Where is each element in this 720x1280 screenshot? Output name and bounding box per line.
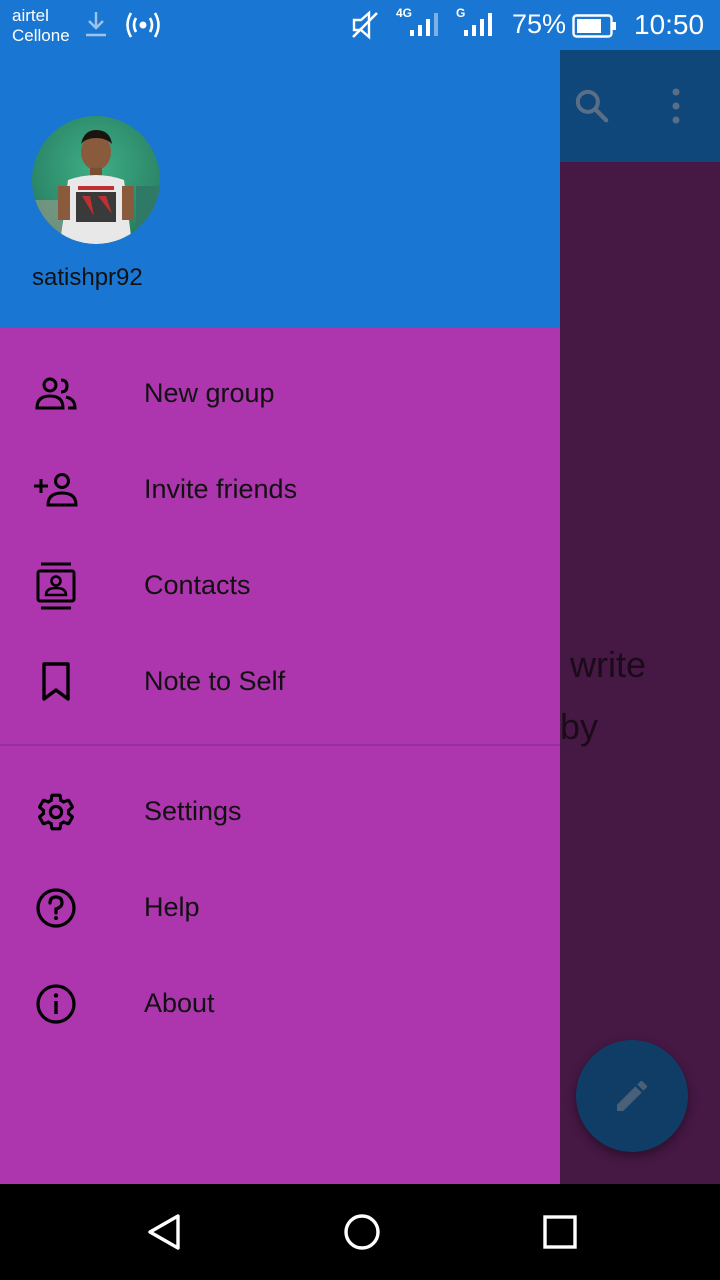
menu-label-help: Help — [144, 892, 200, 922]
menu-label-contacts: Contacts — [144, 570, 251, 600]
username: satishpr92 — [32, 264, 143, 291]
clock: 10:50 — [634, 9, 705, 40]
help-icon — [32, 888, 80, 928]
back-button[interactable] — [140, 1208, 188, 1256]
menu-item-contacts[interactable]: Contacts — [0, 538, 560, 634]
carrier-name: airtel Cellone — [12, 6, 70, 46]
menu-item-note-to-self[interactable]: Note to Self — [0, 634, 560, 730]
recents-button[interactable] — [536, 1208, 584, 1256]
signal-4g-icon — [410, 13, 438, 36]
carrier-line-1: airtel — [12, 6, 49, 25]
screen: o write by satishpr92 New group Invite f… — [0, 0, 720, 1280]
carrier-line-2: Cellone — [12, 26, 70, 45]
status-bar: airtel Cellone 4G G 75% 10:50 — [0, 0, 720, 50]
add-person-icon — [32, 470, 80, 510]
menu-label-settings: Settings — [144, 796, 242, 826]
bookmark-icon — [32, 662, 80, 702]
signal-g-icon — [464, 13, 492, 36]
info-icon — [32, 984, 80, 1024]
contacts-icon — [32, 562, 80, 610]
search-icon[interactable] — [572, 86, 612, 126]
compose-button[interactable] — [576, 1040, 688, 1152]
menu-item-invite-friends[interactable]: Invite friends — [0, 442, 560, 538]
menu-item-help[interactable]: Help — [0, 860, 560, 956]
avatar[interactable] — [32, 116, 160, 244]
group-icon — [32, 374, 80, 414]
menu-item-new-group[interactable]: New group — [0, 346, 560, 442]
home-button[interactable] — [338, 1208, 386, 1256]
background-text-2: by — [560, 706, 599, 747]
menu-label-note-to-self: Note to Self — [144, 666, 286, 696]
navigation-bar — [0, 1184, 720, 1280]
profile-photo — [32, 130, 160, 244]
navigation-drawer: satishpr92 New group Invite friends Cont… — [0, 0, 560, 1184]
menu-label-about: About — [144, 988, 215, 1018]
battery-percent: 75% — [512, 9, 567, 39]
pencil-icon — [617, 1080, 648, 1111]
menu-label-new-group: New group — [144, 378, 275, 408]
more-options-icon[interactable] — [664, 86, 688, 126]
divider — [0, 744, 560, 746]
menu-label-invite-friends: Invite friends — [144, 474, 298, 504]
hotspot-icon — [126, 12, 160, 38]
battery-icon — [572, 14, 616, 38]
menu-item-about[interactable]: About — [0, 956, 560, 1052]
drawer-header: satishpr92 — [0, 50, 560, 328]
download-icon — [86, 12, 106, 37]
gear-icon — [32, 792, 80, 832]
menu-item-settings[interactable]: Settings — [0, 764, 560, 860]
vibrate-off-icon — [352, 10, 378, 40]
